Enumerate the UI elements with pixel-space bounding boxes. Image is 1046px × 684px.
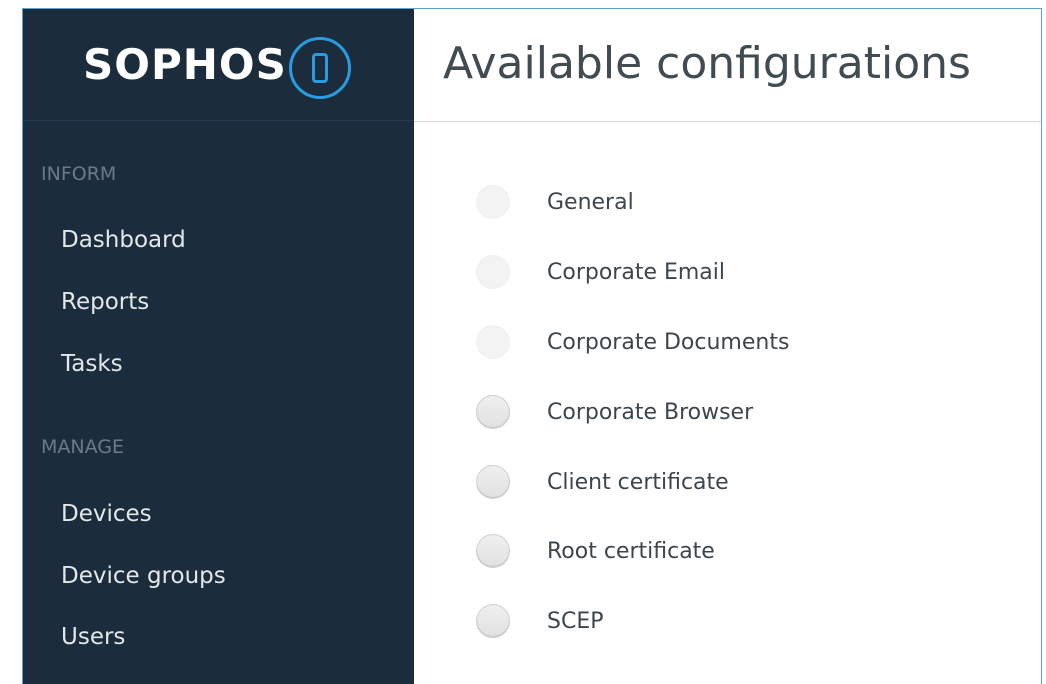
config-option-root-certificate[interactable]: Root certificate: [476, 533, 715, 569]
sidebar-item-dashboard[interactable]: Dashboard: [61, 227, 186, 253]
config-option-corporate-browser[interactable]: Corporate Browser: [476, 394, 753, 430]
radio-button[interactable]: [476, 255, 510, 289]
config-option-label: SCEP: [547, 608, 604, 634]
radio-button[interactable]: [476, 604, 510, 638]
config-option-label: Client certificate: [547, 469, 729, 495]
phone-shape: [312, 53, 328, 83]
sidebar-item-device-groups[interactable]: Device groups: [61, 563, 226, 589]
sidebar-item-reports[interactable]: Reports: [61, 289, 149, 315]
config-option-label: Corporate Browser: [547, 399, 754, 425]
radio-button[interactable]: [476, 395, 510, 429]
sidebar: SOPHOS INFORM Dashboard Reports Tasks MA…: [23, 9, 414, 684]
mobile-phone-icon: [289, 37, 351, 99]
radio-button[interactable]: [476, 185, 510, 219]
brand-logo-text: SOPHOS: [83, 40, 287, 89]
logo-area: SOPHOS: [23, 9, 414, 121]
app-window: SOPHOS INFORM Dashboard Reports Tasks MA…: [22, 8, 1042, 684]
title-divider: [414, 121, 1041, 122]
radio-button[interactable]: [476, 534, 510, 568]
section-label-inform: INFORM: [41, 163, 117, 185]
sidebar-item-users[interactable]: Users: [61, 624, 125, 650]
section-label-manage: MANAGE: [41, 436, 124, 458]
config-option-label: Root certificate: [547, 538, 715, 564]
config-option-corporate-documents[interactable]: Corporate Documents: [476, 324, 789, 360]
radio-button[interactable]: [476, 325, 510, 359]
config-option-general[interactable]: General: [476, 184, 634, 220]
config-option-label: Corporate Documents: [547, 329, 790, 355]
sidebar-item-tasks[interactable]: Tasks: [61, 351, 123, 377]
config-option-label: Corporate Email: [547, 259, 726, 285]
main-content: Available configurations General Corpora…: [414, 9, 1041, 684]
config-option-scep[interactable]: SCEP: [476, 603, 604, 639]
config-option-label: General: [547, 189, 634, 215]
config-option-corporate-email[interactable]: Corporate Email: [476, 254, 725, 290]
page-title: Available configurations: [443, 38, 971, 89]
radio-button[interactable]: [476, 465, 510, 499]
sidebar-item-devices[interactable]: Devices: [61, 501, 152, 527]
config-option-client-certificate[interactable]: Client certificate: [476, 464, 729, 500]
